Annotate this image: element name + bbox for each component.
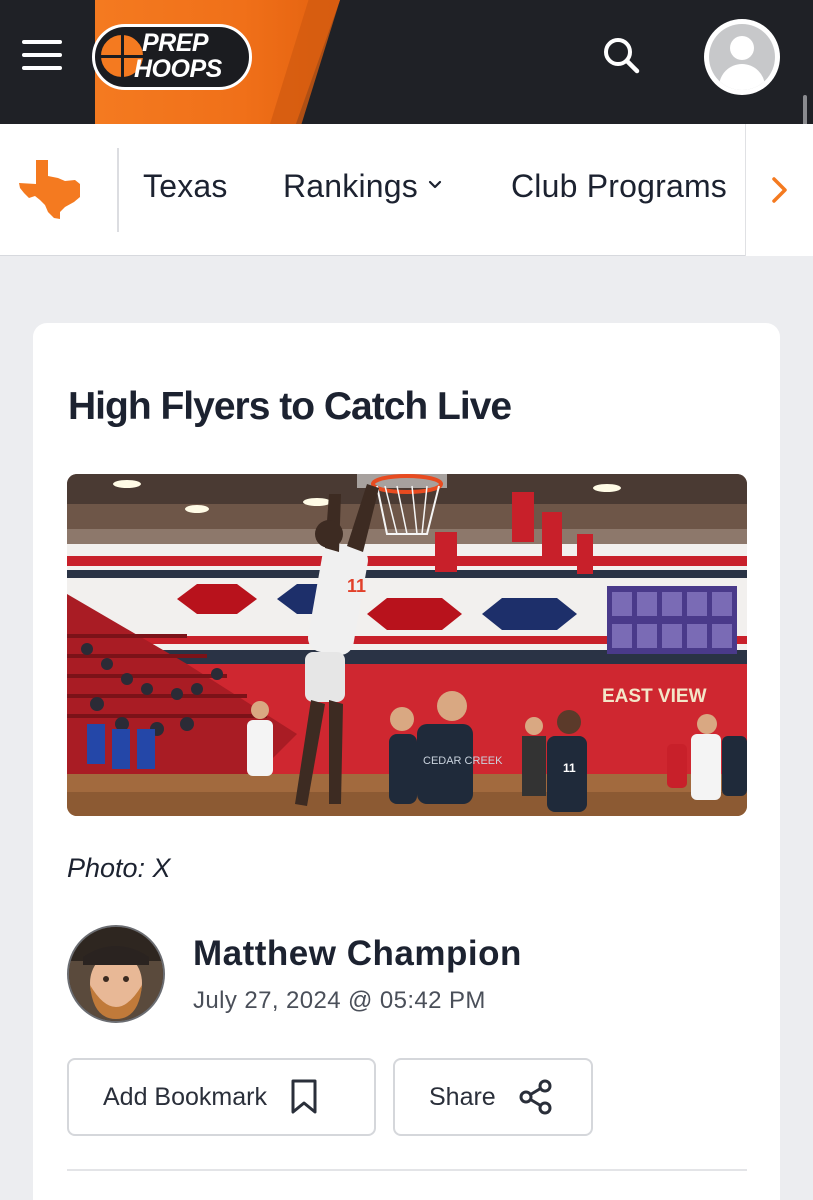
logo-text: PREP HOOPS — [134, 30, 222, 82]
logo-line-2: HOOPS — [134, 55, 222, 83]
card-divider — [67, 1169, 747, 1171]
bookmark-icon — [289, 1078, 319, 1116]
author-avatar[interactable] — [67, 925, 165, 1023]
article-title: High Flyers to Catch Live — [68, 385, 512, 428]
photo-caption: Photo: X — [67, 853, 171, 883]
logo-line-1: PREP — [142, 29, 209, 57]
nav-item-club-programs[interactable]: Club Programs — [511, 168, 727, 205]
hamburger-icon[interactable] — [22, 40, 62, 74]
svg-text:CEDAR CREEK: CEDAR CREEK — [423, 755, 503, 767]
add-bookmark-label: Add Bookmark — [103, 1082, 267, 1111]
chevron-down-icon — [428, 174, 442, 195]
nav-item-texas-label: Texas — [143, 168, 228, 204]
nav-item-club-programs-label: Club Programs — [511, 168, 728, 204]
nav-item-rankings-label: Rankings — [283, 168, 419, 204]
user-avatar-icon[interactable] — [704, 19, 780, 95]
article-photo[interactable]: EAST VIEW 11 CEDAR CREEK 11 — [67, 474, 747, 816]
nav-divider — [117, 148, 119, 232]
top-header: PREP HOOPS — [0, 0, 813, 124]
publish-date: July 27, 2024 @ 05:42 PM — [193, 987, 486, 1014]
article-card: High Flyers to Catch Live EAST VIEW 11 C… — [33, 323, 780, 1200]
chevron-right-icon — [771, 177, 787, 203]
search-icon[interactable] — [600, 34, 642, 76]
share-button[interactable]: Share — [393, 1058, 593, 1136]
svg-text:11: 11 — [563, 761, 576, 775]
share-icon — [518, 1079, 554, 1115]
author-name[interactable]: Matthew Champion — [193, 934, 522, 974]
prep-hoops-logo[interactable]: PREP HOOPS — [92, 24, 252, 90]
section-nav: Texas Rankings Club Programs — [0, 124, 813, 256]
wall-text: EAST VIEW — [602, 686, 707, 707]
add-bookmark-button[interactable]: Add Bookmark — [67, 1058, 376, 1136]
nav-item-rankings[interactable]: Rankings — [283, 168, 442, 205]
svg-text:11: 11 — [347, 576, 366, 596]
texas-state-icon[interactable] — [18, 156, 84, 222]
nav-item-texas[interactable]: Texas — [143, 168, 228, 205]
share-label: Share — [429, 1082, 496, 1111]
nav-scroll-right-button[interactable] — [745, 124, 813, 256]
